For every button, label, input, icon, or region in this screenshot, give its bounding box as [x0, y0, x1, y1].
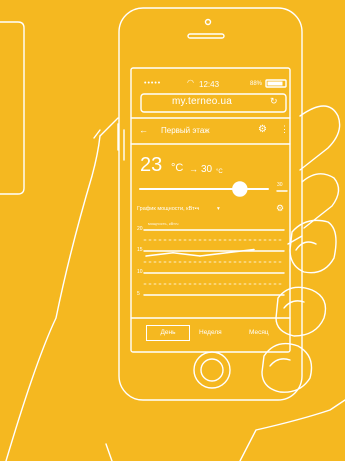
series-point [172, 251, 174, 254]
y-tick-label: 10 [137, 269, 143, 275]
target-temperature: 30 [201, 164, 213, 175]
series-point [145, 255, 147, 257]
series-point [253, 248, 255, 251]
y-tick-label: 20 [137, 226, 143, 232]
slider-max-label: 30 [277, 182, 283, 188]
chart-unit-label: мощность, кВт•ч [148, 221, 179, 226]
tab-day-label: День [160, 328, 176, 336]
url-text: my.terneo.ua [172, 96, 233, 107]
reload-icon[interactable]: ↻ [270, 97, 278, 106]
y-tick-label: 15 [137, 247, 143, 253]
tab-day[interactable]: День [146, 325, 190, 341]
chart-settings-gear-icon[interactable]: ⚙ [276, 204, 284, 213]
series-point [226, 251, 228, 254]
current-temperature: 23 [140, 154, 163, 176]
y-tick-label: 5 [137, 291, 140, 297]
more-icon[interactable]: ⋮ [280, 125, 289, 134]
series-line [145, 248, 255, 257]
illustration: ••••• ◠ 12:43 88% my.terneo.ua ↻ ← Первы… [0, 0, 345, 461]
gear-icon[interactable]: ⚙ [258, 125, 267, 135]
chevron-down-icon[interactable]: ▾ [217, 206, 220, 213]
power-chart [145, 248, 255, 257]
chart-series-group [145, 248, 255, 257]
current-temperature-unit: °C [171, 162, 184, 174]
back-arrow-icon[interactable]: ← [139, 126, 148, 135]
arrow-text: → [189, 164, 198, 174]
wifi-icon: ◠ [187, 78, 194, 87]
tab-month[interactable]: Месяц [249, 329, 269, 337]
signal-dots: ••••• [144, 80, 162, 87]
chart-title: График мощности, кВт•ч [137, 206, 200, 212]
battery-percent: 88% [250, 81, 263, 87]
target-temperature-unit: °C [216, 169, 223, 175]
temperature-slider[interactable] [138, 180, 270, 198]
page-title: Первый этаж [161, 126, 210, 135]
tab-week[interactable]: Неделя [199, 329, 222, 337]
status-time: 12:43 [199, 80, 220, 89]
series-point [199, 255, 201, 257]
